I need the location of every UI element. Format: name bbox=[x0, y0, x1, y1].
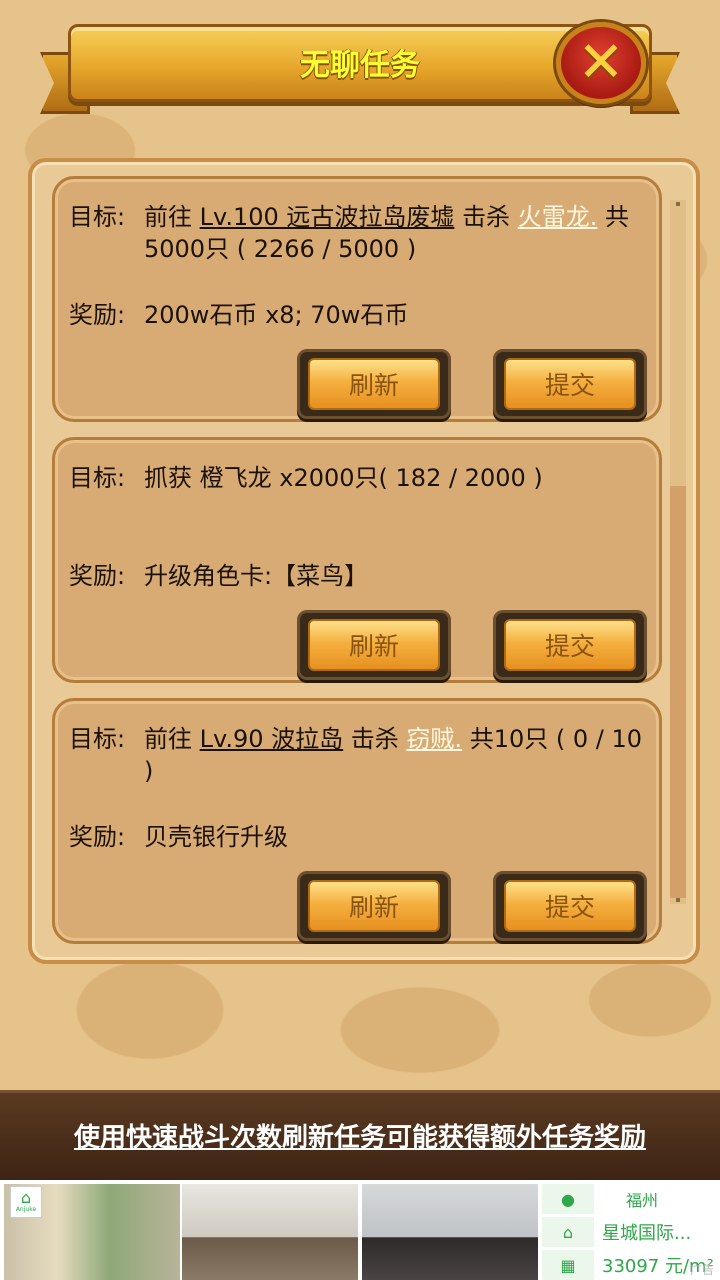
location-link[interactable]: Lv.90 波拉岛 bbox=[200, 725, 344, 753]
reward-label: 奖励: bbox=[69, 823, 126, 851]
close-button[interactable]: ✕ bbox=[556, 22, 646, 104]
goal-label: 目标: bbox=[69, 203, 126, 231]
refresh-button[interactable]: 刷新 bbox=[297, 871, 451, 941]
reward-label: 奖励: bbox=[69, 562, 126, 590]
goal-action: 击杀 bbox=[462, 203, 511, 231]
refresh-button[interactable]: 刷新 bbox=[297, 610, 451, 680]
reward-text: 升级角色卡:【菜鸟】 bbox=[144, 562, 369, 590]
close-icon: ✕ bbox=[577, 30, 625, 95]
submit-button[interactable]: 提交 bbox=[493, 349, 647, 419]
task-card-2: 目标: 抓获 橙飞龙 x2000只( 182 / 2000 ) 奖励: 升级角色… bbox=[52, 437, 662, 683]
tip-link[interactable]: 使用快速战斗次数刷新任务可能获得额外任务奖励 bbox=[0, 1117, 720, 1154]
home-icon: ⌂ bbox=[542, 1217, 594, 1247]
ad-info[interactable]: ● 福州 ⌂ 星城国际... ▦ 33097 元/m² 广告 bbox=[542, 1184, 720, 1280]
anjuke-logo: ⌂ Anjuke bbox=[10, 1186, 42, 1218]
reward-text: 贝壳银行升级 bbox=[144, 823, 288, 851]
goal-text: 前往 Lv.90 波拉岛 击杀 窃贼. 共10只 ( 0 / 10 ) bbox=[144, 723, 644, 787]
submit-button[interactable]: 提交 bbox=[493, 871, 647, 941]
scroll-top-marker bbox=[676, 202, 680, 206]
goal-label: 目标: bbox=[69, 464, 126, 492]
ad-mark: 广告 bbox=[689, 1263, 714, 1277]
location-pin-icon: ● bbox=[542, 1184, 594, 1214]
scrollbar-thumb[interactable] bbox=[670, 486, 686, 898]
ad-living-room-image[interactable] bbox=[182, 1184, 358, 1280]
ad-city: 福州 bbox=[626, 1191, 659, 1210]
task-card-1: 目标: 前往 Lv.100 远古波拉岛废墟 击杀 火雷龙. 共5000只 ( 2… bbox=[52, 176, 662, 422]
monster-link[interactable]: 火雷龙. bbox=[518, 203, 598, 231]
ad-project: 星城国际... bbox=[602, 1223, 692, 1244]
tip-bar: 使用快速战斗次数刷新任务可能获得额外任务奖励 bbox=[0, 1090, 720, 1180]
ad-bedroom-image[interactable] bbox=[362, 1184, 538, 1280]
home-icon: ⌂ bbox=[20, 1188, 32, 1207]
calculator-icon: ▦ bbox=[542, 1250, 594, 1280]
submit-button[interactable]: 提交 bbox=[493, 610, 647, 680]
refresh-button[interactable]: 刷新 bbox=[297, 349, 451, 419]
reward-label: 奖励: bbox=[69, 301, 126, 329]
task-card-3: 目标: 前往 Lv.90 波拉岛 击杀 窃贼. 共10只 ( 0 / 10 ) … bbox=[52, 698, 662, 944]
ad-building-image[interactable]: ⌂ Anjuke bbox=[4, 1184, 180, 1280]
location-link[interactable]: Lv.100 远古波拉岛废墟 bbox=[200, 203, 455, 231]
ad-banner[interactable]: ⌂ Anjuke ● 福州 ⌂ 星城国际... ▦ 33097 元/m² 广告 bbox=[0, 1180, 720, 1280]
scroll-bottom-marker bbox=[676, 898, 680, 902]
goal-text: 抓获 橙飞龙 x2000只( 182 / 2000 ) bbox=[144, 464, 543, 492]
goal-prefix: 前往 bbox=[144, 725, 192, 753]
goal-text: 前往 Lv.100 远古波拉岛废墟 击杀 火雷龙. 共5000只 ( 2266 … bbox=[144, 201, 644, 265]
goal-prefix: 前往 bbox=[144, 203, 192, 231]
task-list-scrollbar[interactable] bbox=[670, 200, 686, 904]
reward-text: 200w石币 x8; 70w石币 bbox=[144, 301, 409, 329]
goal-label: 目标: bbox=[69, 725, 126, 753]
goal-action: 击杀 bbox=[350, 725, 399, 753]
monster-link[interactable]: 窃贼. bbox=[406, 725, 462, 753]
